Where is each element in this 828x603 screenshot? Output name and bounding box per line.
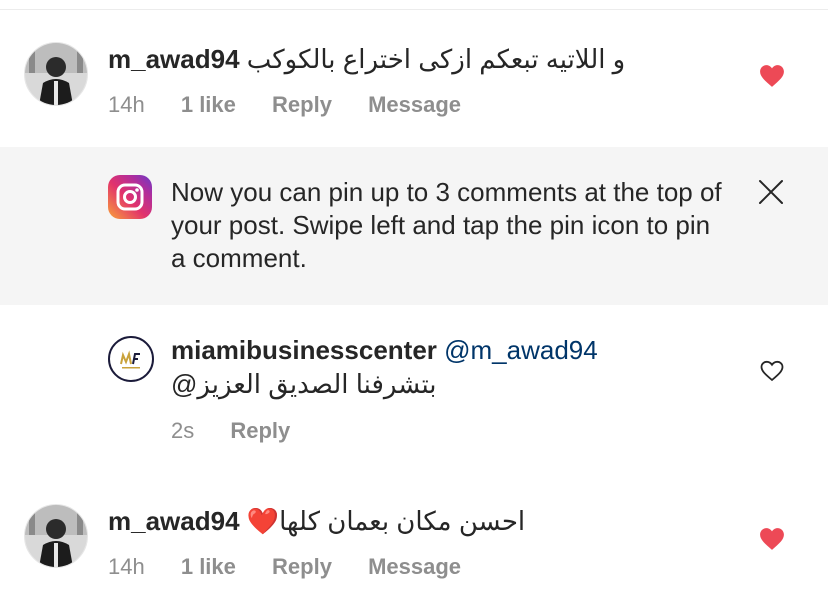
- likes-count-link[interactable]: 1 like: [181, 92, 236, 117]
- timestamp: 14h: [108, 92, 145, 117]
- comment-text-line: m_awad94 و اللاتيه تبعكم ازكى اختراع بال…: [108, 43, 625, 75]
- heart-outline-icon[interactable]: [760, 360, 784, 382]
- comment-text-line: m_awad94 احسن مكان بعمان كلها❤️: [108, 505, 525, 537]
- mention-link[interactable]: @m_awad94: [444, 335, 598, 365]
- reply-button[interactable]: Reply: [272, 554, 332, 579]
- timestamp: 2s: [171, 418, 195, 443]
- message-button[interactable]: Message: [368, 554, 461, 579]
- message-button[interactable]: Message: [368, 92, 461, 117]
- top-divider: [0, 9, 828, 10]
- avatar[interactable]: [108, 336, 154, 382]
- comment-meta: 14h 1 like Reply Message: [108, 553, 491, 581]
- username-link[interactable]: m_awad94: [108, 506, 240, 536]
- reply-button[interactable]: Reply: [272, 92, 332, 117]
- avatar[interactable]: [24, 42, 88, 106]
- reply-comment-meta: 2s Reply: [171, 417, 320, 445]
- likes-count-link[interactable]: 1 like: [181, 554, 236, 579]
- avatar-photo: [25, 505, 87, 567]
- close-icon[interactable]: [758, 179, 784, 205]
- username-link[interactable]: miamibusinesscenter: [171, 335, 437, 365]
- comment-body: احسن مكان بعمان كلها❤️: [246, 506, 526, 536]
- timestamp: 14h: [108, 554, 145, 579]
- heart-filled-icon[interactable]: [759, 527, 785, 551]
- reply-body: بتشرفنا الصديق العزيز@: [171, 369, 437, 399]
- avatar-photo: [25, 43, 87, 105]
- reply-comment-text-line: miamibusinesscenter @m_awad94: [171, 334, 598, 366]
- heart-filled-icon[interactable]: [759, 64, 785, 88]
- instagram-logo-icon: [108, 175, 152, 219]
- comment-body: و اللاتيه تبعكم ازكى اختراع بالكوكب: [246, 44, 626, 74]
- username-link[interactable]: m_awad94: [108, 44, 240, 74]
- reply-button[interactable]: Reply: [230, 418, 290, 443]
- pin-tip-text: Now you can pin up to 3 comments at the …: [171, 177, 722, 273]
- business-logo-icon: [113, 341, 149, 377]
- avatar[interactable]: [24, 504, 88, 568]
- comment-meta: 14h 1 like Reply Message: [108, 91, 491, 119]
